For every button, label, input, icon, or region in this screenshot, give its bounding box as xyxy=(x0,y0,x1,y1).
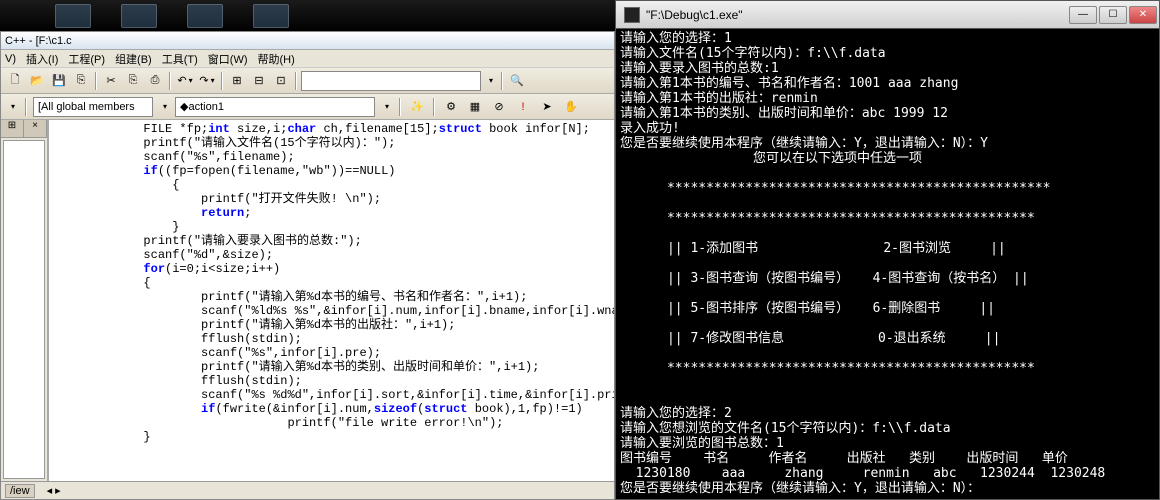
close-button[interactable]: ✕ xyxy=(1129,6,1157,24)
execute-icon[interactable]: ! xyxy=(513,97,533,117)
new-file-icon[interactable]: 🗋 xyxy=(5,71,25,91)
save-icon[interactable]: 💾 xyxy=(49,71,69,91)
cut-icon[interactable]: ✂ xyxy=(101,71,121,91)
ide-sidebar: ⊞× xyxy=(1,120,49,481)
taskbar-item[interactable] xyxy=(121,4,157,28)
ide-toolbar-2: [All global members ◆ action1 ✨ ⚙ ▦ ⊘ ! … xyxy=(1,94,614,120)
redo-icon[interactable]: ↷ xyxy=(197,71,217,91)
go-icon[interactable]: ➤ xyxy=(537,97,557,117)
ide-title-text: C++ - [F:\c1.c xyxy=(5,35,72,47)
workspace-icon[interactable]: ⊞ xyxy=(227,71,247,91)
breakpoint-icon[interactable]: ✋ xyxy=(561,97,581,117)
open-file-icon[interactable]: 📂 xyxy=(27,71,47,91)
menu-item[interactable]: 工具(T) xyxy=(162,51,198,67)
compile-icon[interactable]: ⚙ xyxy=(441,97,461,117)
ide-body: ⊞× FILE *fp;int size,i;char ch,filename[… xyxy=(1,120,614,481)
action-combo[interactable]: ◆ action1 xyxy=(175,97,375,117)
ide-toolbar-1: 🗋 📂 💾 ⎘ ✂ ⎘ ⎙ ↶ ↷ ⊞ ⊟ ⊡ 🔍 xyxy=(1,68,614,94)
menu-item[interactable]: 组建(B) xyxy=(115,51,152,67)
maximize-button[interactable]: ☐ xyxy=(1099,6,1127,24)
copy-icon[interactable]: ⎘ xyxy=(123,71,143,91)
console-titlebar[interactable]: "F:\Debug\c1.exe" — ☐ ✕ xyxy=(616,1,1159,29)
menu-item[interactable]: 插入(I) xyxy=(26,51,58,67)
find-dropdown-icon[interactable] xyxy=(483,71,497,91)
class-dropdown[interactable] xyxy=(5,97,19,117)
taskbar-item[interactable] xyxy=(187,4,223,28)
ide-window: C++ - [F:\c1.c V) 插入(I) 工程(P) 组建(B) 工具(T) 窗口(… xyxy=(0,31,615,500)
ide-status-bar: /iew ◂ ▸ xyxy=(1,481,614,499)
taskbar-item[interactable] xyxy=(55,4,91,28)
menu-item[interactable]: 窗口(W) xyxy=(208,51,248,67)
console-title-text: "F:\Debug\c1.exe" xyxy=(646,8,743,22)
global-members-combo[interactable]: [All global members xyxy=(33,97,153,117)
undo-icon[interactable]: ↶ xyxy=(175,71,195,91)
stop-build-icon[interactable]: ⊘ xyxy=(489,97,509,117)
taskbar xyxy=(0,0,615,32)
resource-icon[interactable]: ⊡ xyxy=(271,71,291,91)
find-combo[interactable] xyxy=(301,71,481,91)
wizard-icon[interactable]: ✨ xyxy=(407,97,427,117)
sidebar-tabs[interactable]: ⊞× xyxy=(1,120,47,138)
console-output[interactable]: 请输入您的选择：1 请输入文件名(15个字符以内)：f:\\f.data 请输入… xyxy=(616,29,1159,499)
menu-item[interactable]: 帮助(H) xyxy=(258,51,295,67)
ide-menubar: V) 插入(I) 工程(P) 组建(B) 工具(T) 窗口(W) 帮助(H) xyxy=(1,50,614,68)
build-icon[interactable]: ▦ xyxy=(465,97,485,117)
ide-titlebar[interactable]: C++ - [F:\c1.c xyxy=(1,32,614,50)
action-dropdown-icon[interactable] xyxy=(379,97,393,117)
print-icon[interactable]: ⎙ xyxy=(145,71,165,91)
members-dropdown-icon[interactable] xyxy=(157,97,171,117)
find-in-files-icon[interactable]: 🔍 xyxy=(507,71,527,91)
console-app-icon xyxy=(624,7,640,23)
class-wizard-icon[interactable]: ⊟ xyxy=(249,71,269,91)
console-window: "F:\Debug\c1.exe" — ☐ ✕ 请输入您的选择：1 请输入文件名… xyxy=(615,0,1160,500)
status-view-tab[interactable]: /iew xyxy=(5,484,35,498)
menu-item[interactable]: 工程(P) xyxy=(68,51,105,67)
taskbar-item[interactable] xyxy=(253,4,289,28)
code-editor[interactable]: FILE *fp;int size,i;char ch,filename[15]… xyxy=(49,120,614,481)
minimize-button[interactable]: — xyxy=(1069,6,1097,24)
menu-item[interactable]: V) xyxy=(5,53,16,65)
sidebar-tree[interactable] xyxy=(3,140,45,479)
save-all-icon[interactable]: ⎘ xyxy=(71,71,91,91)
